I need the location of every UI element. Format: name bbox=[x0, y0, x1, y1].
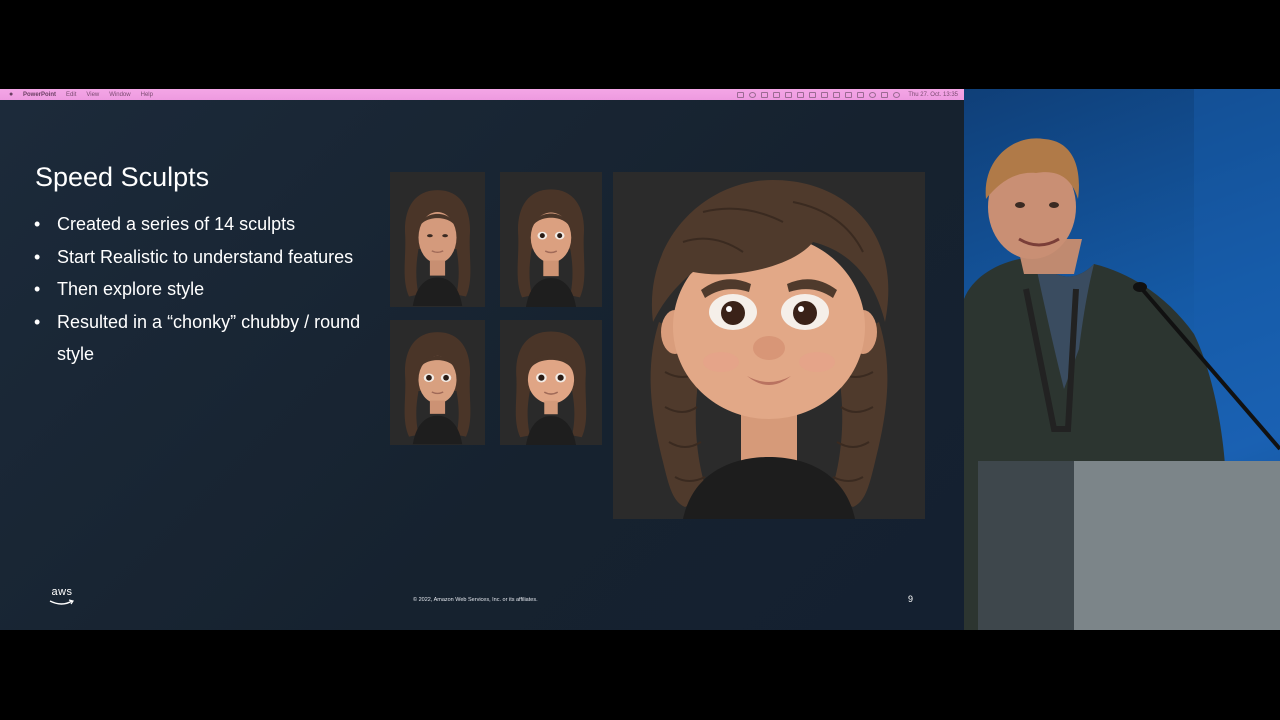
wifi-icon[interactable] bbox=[857, 91, 865, 98]
menu-powerpoint[interactable]: PowerPoint bbox=[23, 92, 56, 98]
search-icon[interactable] bbox=[869, 91, 877, 98]
bullet-item: Resulted in a “chonky” chubby / round st… bbox=[34, 306, 384, 371]
keyboard-icon[interactable] bbox=[845, 91, 853, 98]
menu-help[interactable]: Help bbox=[141, 92, 153, 98]
slide-title: Speed Sculpts bbox=[35, 162, 210, 192]
sculpt-thumbnail-stylized bbox=[500, 172, 602, 307]
presentation-slide: Speed Sculpts Created a series of 14 scu… bbox=[0, 100, 964, 630]
clipboard-icon[interactable] bbox=[785, 91, 793, 98]
battery-icon[interactable] bbox=[833, 91, 841, 98]
slide-page-number: 9 bbox=[908, 594, 914, 604]
bullet-item: Start Realistic to understand features bbox=[34, 241, 384, 274]
sculpt-thumbnail-big-eyes bbox=[390, 320, 485, 445]
sculpt-thumbnail-realistic bbox=[390, 172, 485, 307]
text-icon[interactable] bbox=[797, 91, 805, 98]
menu-window[interactable]: Window bbox=[109, 92, 130, 98]
bullet-item: Created a series of 14 sculpts bbox=[34, 208, 384, 241]
aws-smile-icon bbox=[49, 599, 74, 605]
display-icon[interactable] bbox=[761, 91, 769, 98]
pen-icon[interactable] bbox=[773, 91, 781, 98]
apple-icon[interactable]: ● bbox=[9, 91, 17, 99]
presenter-video bbox=[964, 89, 1280, 630]
bullet-list: Created a series of 14 sculpts Start Rea… bbox=[34, 208, 384, 371]
bullet-item: Then explore style bbox=[34, 273, 384, 306]
sculpt-thumbnail-chubby bbox=[500, 320, 602, 445]
menu-edit[interactable]: Edit bbox=[66, 92, 76, 98]
copyright-notice: © 2022, Amazon Web Services, Inc. or its… bbox=[413, 597, 538, 603]
screen-share-icon[interactable] bbox=[737, 91, 745, 98]
menu-view[interactable]: View bbox=[86, 92, 99, 98]
menubar-status-area: Thu 27. Oct. 13:35 bbox=[732, 89, 958, 100]
aws-logo: aws bbox=[47, 587, 77, 609]
menubar-clock[interactable]: Thu 27. Oct. 13:35 bbox=[908, 92, 958, 98]
aws-logo-text: aws bbox=[51, 586, 73, 598]
sculpt-final-portrait bbox=[613, 172, 925, 519]
notification-icon[interactable] bbox=[881, 91, 889, 98]
mac-menu-bar: ● PowerPoint Edit View Window Help Thu 2… bbox=[0, 89, 964, 100]
presenter-image bbox=[964, 89, 1280, 630]
control-center-icon[interactable] bbox=[821, 91, 829, 98]
record-icon[interactable] bbox=[749, 91, 757, 98]
siri-icon[interactable] bbox=[893, 91, 901, 98]
bluetooth-icon[interactable] bbox=[809, 91, 817, 98]
